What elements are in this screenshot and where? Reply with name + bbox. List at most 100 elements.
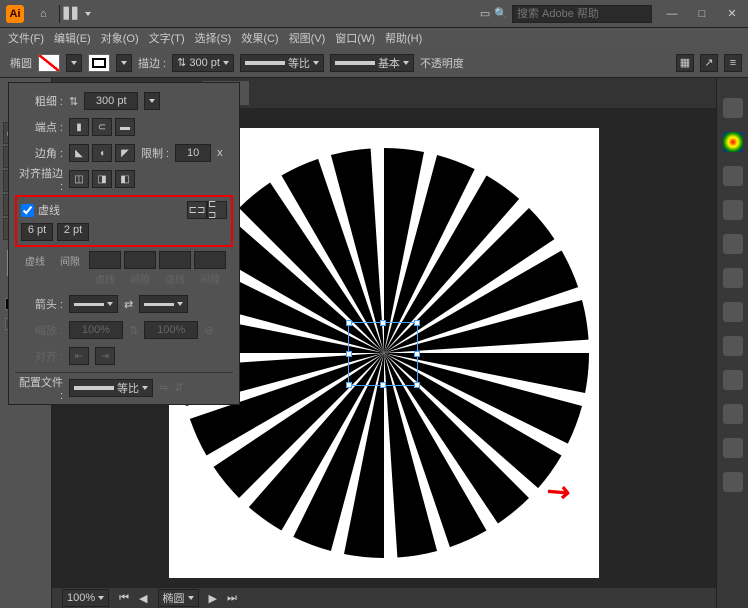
close-button[interactable]: ✕ — [722, 6, 742, 22]
corner-round[interactable]: ◖ — [92, 144, 112, 162]
artboards-panel-icon[interactable] — [723, 472, 743, 492]
swap-arrows-icon[interactable]: ⇄ — [124, 298, 133, 311]
cap-round[interactable]: ⊂ — [92, 118, 112, 136]
profile-panel-label: 配置文件 : — [15, 374, 63, 402]
cap-butt[interactable]: ▮ — [69, 118, 89, 136]
flip-vert-icon[interactable]: ⇵ — [174, 381, 183, 394]
arrow-scale-2[interactable]: 100% — [144, 321, 198, 339]
stroke-label: 描边 : — [138, 55, 166, 71]
cap-projecting[interactable]: ▬ — [115, 118, 135, 136]
transparency-panel-icon[interactable] — [723, 302, 743, 322]
arrow-end[interactable] — [139, 295, 188, 313]
fill-dropdown[interactable] — [66, 54, 82, 72]
dash-align-icon[interactable]: ⊏ ⊐ — [207, 201, 227, 219]
nav-prev-icon[interactable]: ◀ — [139, 592, 147, 605]
arrow-align-label: 对齐 : — [15, 348, 63, 364]
limit-field[interactable]: 10 — [175, 144, 211, 162]
align-stroke-label: 对齐描边 : — [15, 165, 63, 193]
arrow-label: 箭头 : — [15, 296, 63, 312]
layers-panel-icon[interactable] — [723, 404, 743, 424]
align-icon[interactable]: ▦ — [676, 54, 694, 72]
menu-view[interactable]: 视图(V) — [289, 30, 326, 46]
home-icon[interactable]: ⌂ — [40, 8, 47, 20]
dash-1[interactable]: 6 pt — [21, 223, 53, 241]
arrow-align-2[interactable]: ⇥ — [95, 347, 115, 365]
link-scale-icon[interactable]: ⇅ — [129, 324, 138, 337]
dash-preserve-icon[interactable]: ⊏⊐ — [187, 201, 207, 219]
stroke-weight-field[interactable]: ⇅300 pt — [172, 54, 234, 72]
appearance-panel-icon[interactable] — [723, 370, 743, 390]
corner-label: 边角 : — [15, 145, 63, 161]
search-input[interactable] — [512, 5, 652, 23]
weight-dropdown[interactable] — [144, 92, 160, 110]
selection-type: 椭圆 — [10, 55, 32, 71]
flip-horiz-icon[interactable]: ⇋ — [159, 381, 168, 394]
dash-lbl-1: 虚线 — [19, 253, 51, 268]
maximize-button[interactable]: □ — [692, 6, 712, 22]
brushes-panel-icon[interactable] — [723, 200, 743, 220]
dash-2[interactable] — [89, 251, 121, 269]
weight-label: 粗细 : — [15, 93, 63, 109]
dash-3[interactable] — [159, 251, 191, 269]
properties-panel-icon[interactable] — [723, 98, 743, 118]
search-icon: 🔍 — [494, 7, 508, 20]
workspace-switcher[interactable]: ▋▋ — [64, 7, 91, 20]
menu-edit[interactable]: 编辑(E) — [54, 30, 91, 46]
limit-label: 限制 : — [141, 145, 169, 161]
symbols-panel-icon[interactable] — [723, 234, 743, 254]
panel-menu-icon[interactable]: ≡ — [724, 54, 742, 72]
menu-select[interactable]: 选择(S) — [195, 30, 232, 46]
gap-3[interactable] — [194, 251, 226, 269]
stroke-panel-icon[interactable] — [723, 268, 743, 288]
nav-last-icon[interactable]: ⏭ — [227, 592, 237, 605]
align-center[interactable]: ◫ — [69, 170, 89, 188]
gap-1[interactable]: 2 pt — [57, 223, 89, 241]
nav-first-icon[interactable]: ⏮ — [119, 592, 129, 605]
arrange-icon[interactable]: ▭ — [480, 7, 490, 20]
gradient-panel-icon[interactable] — [723, 336, 743, 356]
weight-field[interactable]: 300 pt — [84, 92, 138, 110]
color-panel-icon[interactable] — [723, 132, 743, 152]
menu-help[interactable]: 帮助(H) — [385, 30, 422, 46]
gap-lbl-1: 间隙 — [54, 253, 86, 268]
stroke-dropdown[interactable] — [116, 54, 132, 72]
transform-icon[interactable]: ↗ — [700, 54, 718, 72]
artboard-name[interactable]: 椭圆 — [158, 589, 199, 607]
profile-panel-dropdown[interactable]: 等比 — [69, 379, 153, 397]
right-dock — [716, 78, 748, 608]
titlebar: Ai ⌂ ▋▋ ▭ 🔍 — □ ✕ — [0, 0, 748, 28]
dash-checkbox[interactable] — [21, 204, 34, 217]
gap-2[interactable] — [124, 251, 156, 269]
stroke-panel: 粗细 : ⇅ 300 pt 端点 : ▮ ⊂ ▬ 边角 : ◣ ◖ ◤ 限制 :… — [8, 82, 240, 405]
status-bar: 100% ⏮ ◀ 椭圆 ▶ ⏭ — [52, 588, 716, 608]
swatches-panel-icon[interactable] — [723, 166, 743, 186]
menu-type[interactable]: 文字(T) — [149, 30, 185, 46]
corner-miter[interactable]: ◣ — [69, 144, 89, 162]
align-inside[interactable]: ◨ — [92, 170, 112, 188]
align-outside[interactable]: ◧ — [115, 170, 135, 188]
arrow-start[interactable] — [69, 295, 118, 313]
stroke-swatch[interactable] — [88, 54, 110, 72]
arrow-scale-1[interactable]: 100% — [69, 321, 123, 339]
menu-effect[interactable]: 效果(C) — [241, 30, 278, 46]
dash-highlight: 虚线 ⊏⊐ ⊏ ⊐ 6 pt 2 pt — [15, 195, 233, 247]
dash-label: 虚线 — [38, 202, 60, 218]
nav-next-icon[interactable]: ▶ — [209, 592, 217, 605]
cap-label: 端点 : — [15, 119, 63, 135]
arrow-align-1[interactable]: ⇤ — [69, 347, 89, 365]
corner-bevel[interactable]: ◤ — [115, 144, 135, 162]
selection-bounds — [348, 322, 418, 386]
asset-panel-icon[interactable] — [723, 438, 743, 458]
menu-window[interactable]: 窗口(W) — [335, 30, 375, 46]
minimize-button[interactable]: — — [662, 6, 682, 22]
brush-dropdown[interactable]: 基本 — [330, 54, 414, 72]
zoom-field[interactable]: 100% — [62, 589, 109, 607]
menu-object[interactable]: 对象(O) — [101, 30, 139, 46]
menu-file[interactable]: 文件(F) — [8, 30, 44, 46]
stepper-icon[interactable]: ⇅ — [69, 95, 78, 108]
profile-dropdown[interactable]: 等比 — [240, 54, 324, 72]
app-logo: Ai — [6, 5, 24, 23]
opacity-label[interactable]: 不透明度 — [420, 55, 464, 71]
fill-swatch[interactable] — [38, 54, 60, 72]
scale-disabled-icon: ⊘ — [204, 324, 213, 337]
